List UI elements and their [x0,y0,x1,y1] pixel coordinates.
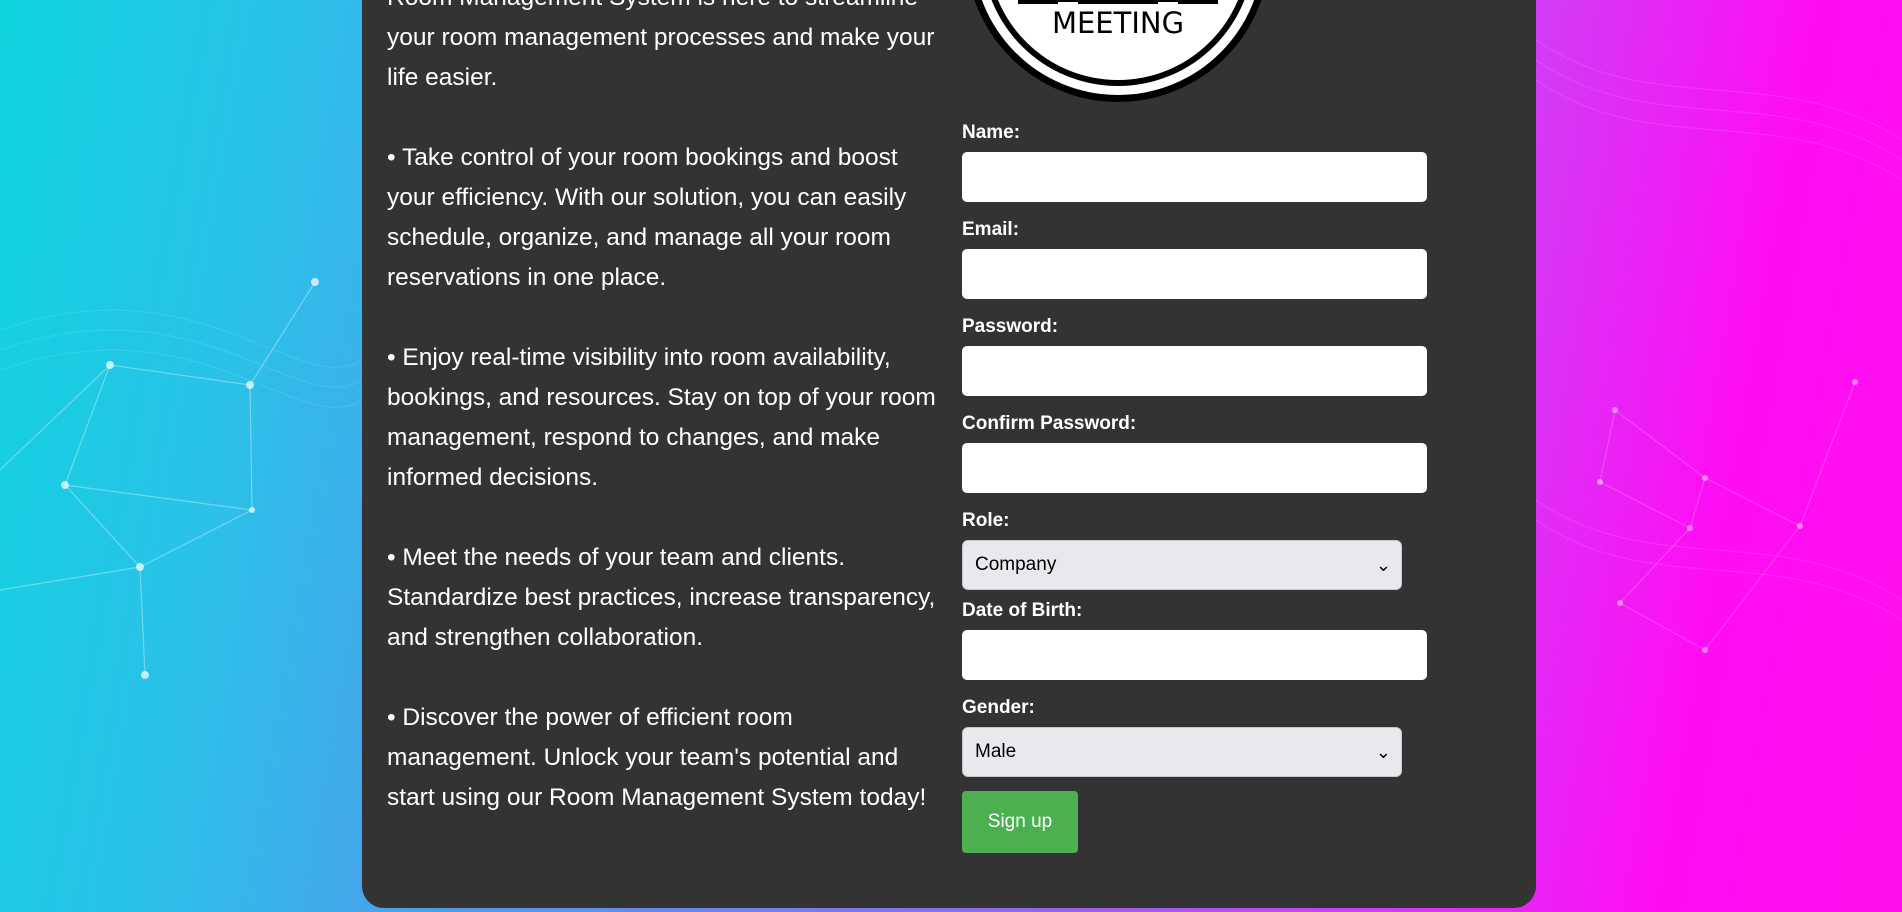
chevron-down-icon: ⌄ [1375,742,1391,762]
dob-input[interactable] [962,630,1427,680]
role-selected-value: Company [975,554,1057,575]
confirm-password-input[interactable] [962,443,1427,493]
name-input[interactable] [962,152,1427,202]
confirm-password-label: Confirm Password: [962,413,1137,434]
password-input[interactable] [962,346,1427,396]
intro-paragraph: • Meet the needs of your team and client… [387,544,936,651]
role-field-group: Role: Company ⌄ [962,508,1432,590]
name-label: Name: [962,122,1021,143]
password-field-group: Password: [962,314,1432,396]
gender-selected-value: Male [975,741,1017,762]
confirm-password-field-group: Confirm Password: [962,411,1432,493]
meeting-logo: MEETING [974,0,1262,102]
intro-text: Room Management System is here to stream… [387,0,947,858]
dob-field-group: Date of Birth: [962,598,1432,680]
gender-label: Gender: [962,697,1035,718]
logo-text: MEETING [1052,6,1184,40]
intro-paragraph: Room Management System is here to stream… [387,0,935,91]
chevron-down-icon: ⌄ [1375,555,1391,575]
email-input[interactable] [962,249,1427,299]
gender-select[interactable]: Male ⌄ [962,727,1402,777]
email-field-group: Email: [962,217,1432,299]
email-label: Email: [962,219,1020,240]
dob-label: Date of Birth: [962,600,1083,621]
intro-paragraph: • Enjoy real-time visibility into room a… [387,344,936,491]
intro-paragraph: • Take control of your room bookings and… [387,144,907,291]
password-label: Password: [962,316,1059,337]
role-select[interactable]: Company ⌄ [962,540,1402,590]
intro-paragraph: • Discover the power of efficient room m… [387,704,927,811]
role-label: Role: [962,510,1010,531]
signup-button[interactable]: Sign up [962,791,1078,853]
signup-form: Name: Email: Password: Confirm Password:… [962,120,1432,853]
gender-field-group: Gender: Male ⌄ [962,695,1432,777]
name-field-group: Name: [962,120,1432,202]
